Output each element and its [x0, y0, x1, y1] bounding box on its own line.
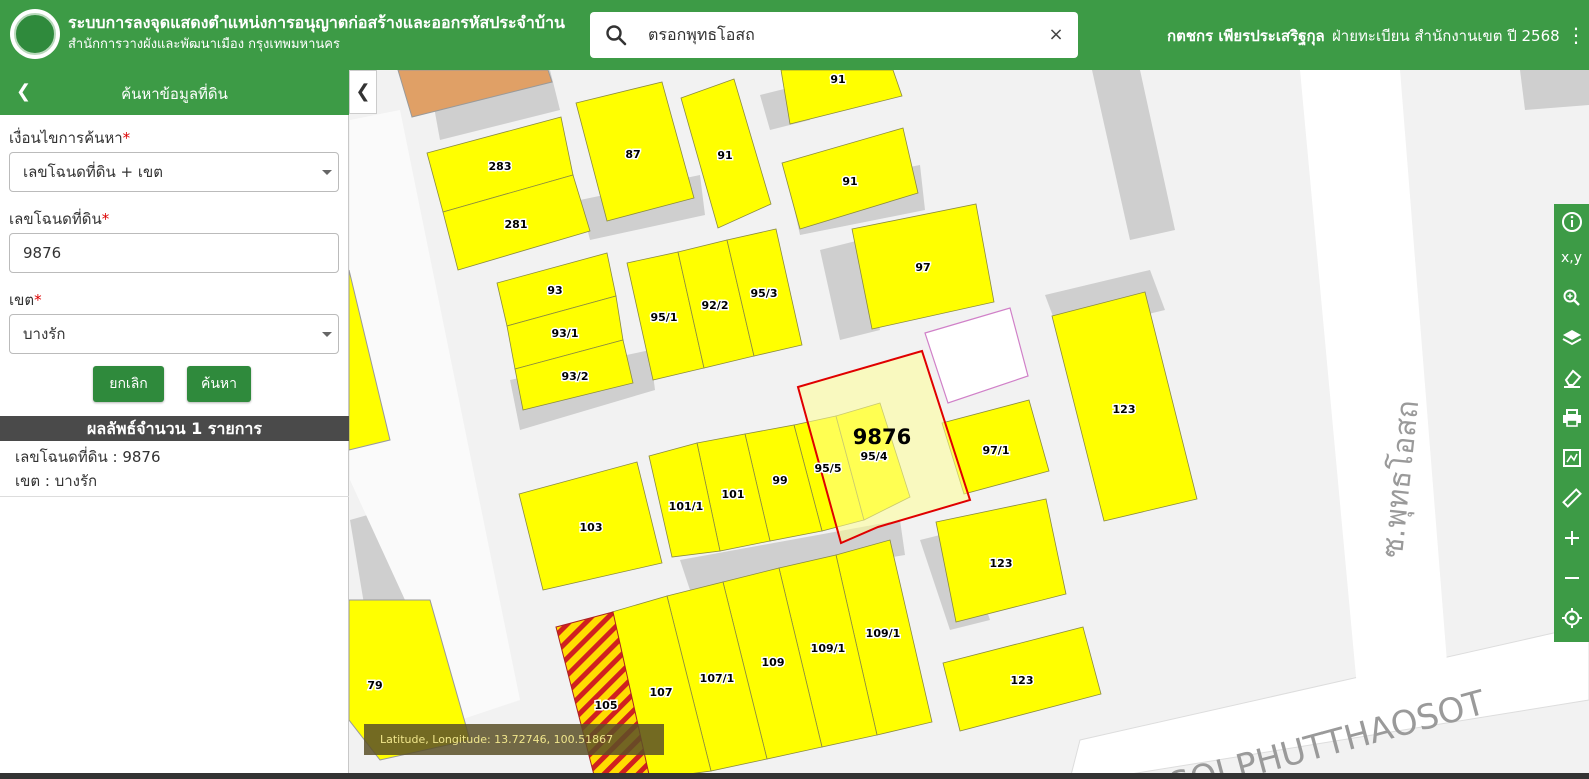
parcel-label: 95/3 [751, 287, 778, 300]
logo-emblem [14, 13, 56, 55]
parcel-label: 107/1 [700, 672, 735, 685]
xy-icon[interactable]: x,y [1554, 240, 1589, 276]
result-district: เขต : บางรัก [15, 472, 98, 490]
collapse-panel-button[interactable]: ❮ [349, 70, 377, 114]
parcel-label: 105 [595, 699, 618, 712]
required-mark: * [34, 291, 42, 309]
panel-title: ค้นหาข้อมูลที่ดิน [121, 85, 228, 103]
deed-label-text: เลขโฉนดที่ดิน [9, 210, 102, 228]
app-root: ระบบการลงจุดแสดงตำแหน่งการอนุญาตก่อสร้าง… [0, 0, 1589, 779]
deed-label: เลขโฉนดที่ดิน* [9, 207, 109, 231]
required-mark: * [101, 210, 110, 228]
parcel-label: 92/2 [702, 299, 729, 312]
result-deed: เลขโฉนดที่ดิน : 9876 [15, 448, 161, 466]
chevron-left-icon: ❮ [355, 81, 371, 102]
parcel-label: 97 [915, 261, 930, 274]
criteria-select-value: เลขโฉนดที่ดิน + เขต [23, 163, 163, 181]
parcel-label: 109/1 [866, 627, 901, 640]
place-search-input[interactable] [648, 20, 1028, 50]
dropdown-caret-icon [322, 170, 332, 175]
parcel-label: 95/5 [815, 462, 842, 475]
coordinate-readout: Latitude, Longitude: 13.72746, 100.51867 [364, 724, 664, 755]
district-label-text: เขต [9, 291, 35, 309]
parcel-label: 93/2 [562, 370, 589, 383]
parcel-label: 95/4 [861, 450, 888, 463]
parcel-label: 97/1 [983, 444, 1010, 457]
place-search-box: × [590, 12, 1078, 58]
parcel-label: 107 [650, 686, 673, 699]
white-parcel[interactable] [924, 307, 1029, 404]
parcel-label: 103 [580, 521, 603, 534]
criteria-label-text: เงื่อนไขการค้นหา [9, 129, 123, 147]
parcel-label: 91 [830, 73, 845, 86]
zoom-icon[interactable] [1554, 280, 1589, 316]
district-label: เขต* [9, 288, 42, 312]
parcel-label: 99 [772, 474, 787, 487]
parcel-label: 109 [762, 656, 785, 669]
clear-search-icon[interactable]: × [1046, 25, 1066, 45]
map-canvas[interactable]: 91 87 91 283 281 91 97 93 93/1 93/2 95/1 92/2 95/3 12… [349, 70, 1589, 779]
plus-icon[interactable] [1554, 520, 1589, 556]
district-select[interactable]: บางรัก [9, 314, 339, 354]
parcel-label: 281 [505, 218, 528, 231]
layers-icon[interactable] [1554, 320, 1589, 356]
parcel-label: 95/1 [651, 311, 678, 324]
parcel-label: 109/1 [811, 642, 846, 655]
parcel-label: 93 [547, 284, 562, 297]
parcel-label: 283 [489, 160, 512, 173]
parcel-label: 91 [842, 175, 857, 188]
app-header: ระบบการลงจุดแสดงตำแหน่งการอนุญาตก่อสร้าง… [0, 0, 1589, 70]
locate-icon[interactable] [1554, 600, 1589, 636]
parcel-map[interactable]: 91 87 91 283 281 91 97 93 93/1 93/2 95/1 92/2 95/3 12… [349, 70, 1589, 779]
parcel-label: 79 [367, 679, 382, 692]
search-button[interactable]: ค้นหา [187, 366, 251, 402]
app-title: ระบบการลงจุดแสดงตำแหน่งการอนุญาตก่อสร้าง… [68, 13, 565, 32]
eraser-icon[interactable] [1554, 360, 1589, 396]
criteria-select[interactable]: เลขโฉนดที่ดิน + เขต [9, 152, 339, 192]
parcel-label: 87 [625, 148, 640, 161]
info-icon[interactable] [1554, 204, 1589, 240]
search-icon[interactable] [604, 23, 628, 47]
user-department: ฝ่ายทะเบียน สำนักงานเขต ปี 2568 [1332, 27, 1560, 45]
deed-number-value: 9876 [23, 244, 62, 262]
district-select-value: บางรัก [23, 325, 66, 343]
print-icon[interactable] [1554, 400, 1589, 436]
map-export-icon[interactable] [1554, 440, 1589, 476]
title-block: ระบบการลงจุดแสดงตำแหน่งการอนุญาตก่อสร้าง… [68, 12, 565, 56]
user-name: กตชกร เพียรประเสริฐกุล [1167, 27, 1325, 45]
deed-number-input[interactable]: 9876 [9, 233, 339, 273]
criteria-label: เงื่อนไขการค้นหา* [9, 126, 130, 150]
panel-header: ❮ ค้นหาข้อมูลที่ดิน [0, 70, 349, 115]
cancel-button[interactable]: ยกเลิก [93, 366, 164, 402]
search-panel: ❮ ค้นหาข้อมูลที่ดิน เงื่อนไขการค้นหา* เล… [0, 70, 349, 779]
parcel-label: 123 [990, 557, 1013, 570]
parcel-label: 101/1 [669, 500, 704, 513]
parcel-label: 101 [722, 488, 745, 501]
parcel-label: 123 [1113, 403, 1136, 416]
parcel-label: 91 [717, 149, 732, 162]
highlight-label: 9876 [853, 425, 911, 449]
ruler-icon[interactable] [1554, 480, 1589, 516]
taskbar-strip [0, 773, 1589, 779]
parcel-label: 93/1 [552, 327, 579, 340]
more-vert-icon[interactable]: ⋮ [1566, 22, 1586, 48]
result-count-bar: ผลลัพธ์จำนวน 1 รายการ [0, 416, 349, 441]
map-toolbar: x,y [1554, 204, 1589, 642]
minus-icon[interactable] [1554, 560, 1589, 596]
required-mark: * [122, 129, 131, 147]
parcel-label: 123 [1011, 674, 1034, 687]
dropdown-caret-icon [322, 332, 332, 337]
app-subtitle: สำนักการวางผังและพัฒนาเมือง กรุงเทพมหานค… [68, 37, 340, 52]
result-item[interactable]: เลขโฉนดที่ดิน : 9876 เขต : บางรัก [0, 441, 349, 497]
bma-logo [10, 9, 60, 59]
